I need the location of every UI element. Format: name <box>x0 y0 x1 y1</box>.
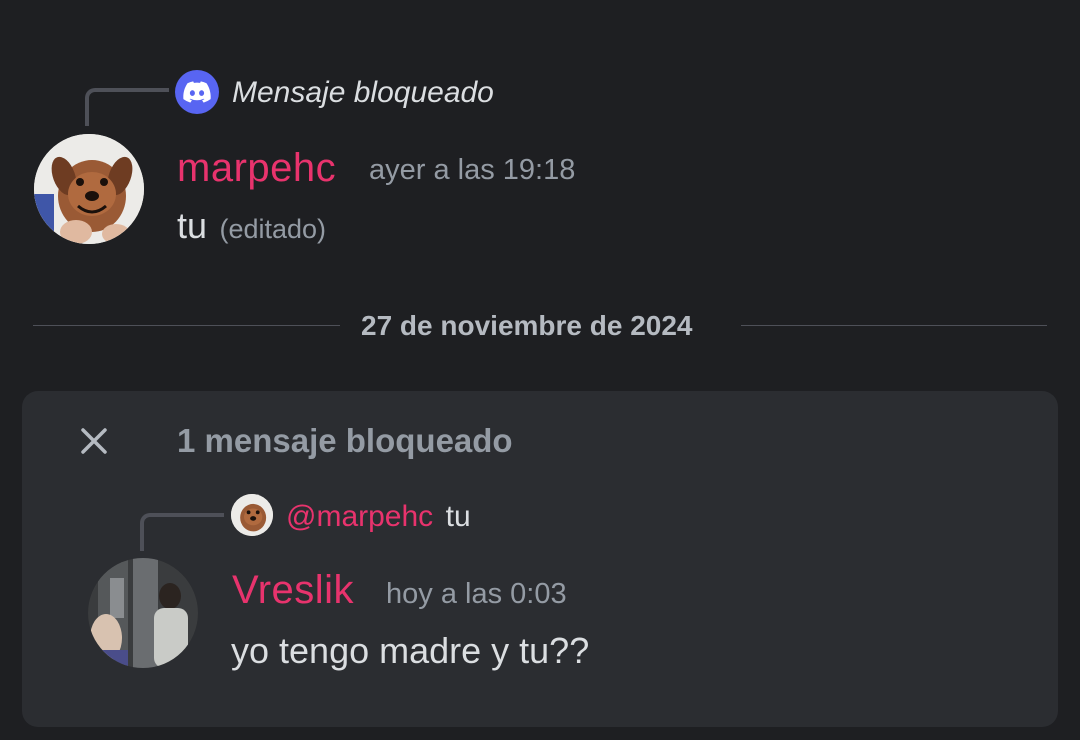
reply-preview-text: tu <box>445 500 471 533</box>
reply-preview-row[interactable]: @marpehc tu <box>286 500 471 534</box>
message-timestamp[interactable]: hoy a las 0:03 <box>386 578 567 611</box>
message-content: tu <box>177 205 208 246</box>
reply-mention[interactable]: @marpehc <box>286 500 433 533</box>
blocked-count-label[interactable]: 1 mensaje bloqueado <box>177 422 513 460</box>
edited-label: (editado) <box>219 214 327 244</box>
dog-avatar-image <box>34 134 144 244</box>
discord-logo-icon <box>175 70 219 114</box>
dog-avatar-image <box>231 494 273 536</box>
reply-avatar[interactable] <box>231 494 273 536</box>
reply-spine <box>140 513 224 551</box>
blocked-reply-text[interactable]: Mensaje bloqueado <box>232 76 494 110</box>
message-content-row: tu (editado) <box>177 205 326 247</box>
reply-spine <box>85 88 169 126</box>
marpehc-avatar[interactable] <box>34 134 144 244</box>
message-username[interactable]: marpehc <box>177 146 336 191</box>
divider-line-left <box>33 325 340 326</box>
divider-line-right <box>741 325 1047 326</box>
message-timestamp[interactable]: ayer a las 19:18 <box>369 154 575 187</box>
vreslik-avatar[interactable] <box>88 558 198 668</box>
date-divider: 27 de noviembre de 2024 <box>361 310 693 341</box>
message-username[interactable]: Vreslik <box>232 568 354 613</box>
close-icon[interactable] <box>78 425 110 457</box>
elevator-photo-avatar <box>88 558 198 668</box>
message-content: yo tengo madre y tu?? <box>231 630 590 671</box>
